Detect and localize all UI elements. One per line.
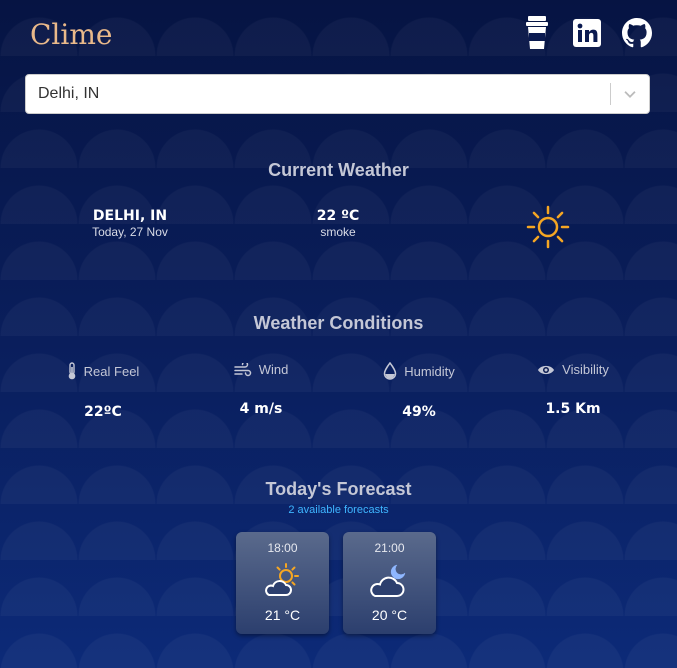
forecast-time: 21:00 (374, 541, 405, 555)
condition-label: Wind (258, 362, 289, 377)
condition-value: 49% (402, 404, 436, 420)
search-value[interactable]: Delhi, IN (38, 85, 99, 103)
forecast-temp: 20 °C (371, 607, 408, 623)
forecast-card[interactable]: 21:00 20 °C (343, 532, 436, 634)
condition-humidity: Humidity 49% (354, 362, 484, 420)
header-links (522, 16, 652, 50)
forecast-time: 18:00 (267, 541, 298, 555)
condition-value: 22ºC (84, 404, 122, 420)
current-temp-block: 22 ºC smoke (258, 208, 418, 239)
city-name: DELHI, IN (92, 208, 168, 224)
sun-icon (526, 205, 570, 249)
wind-icon (233, 362, 251, 376)
forecast-card[interactable]: 18:00 21 °C (236, 532, 329, 634)
forecast-title: Today's Forecast (265, 479, 412, 499)
coffee-cup-icon[interactable] (522, 16, 552, 50)
droplet-icon (383, 362, 397, 380)
thermometer-icon (68, 362, 75, 380)
city-search-select[interactable]: Delhi, IN (25, 74, 650, 114)
chevron-down-icon[interactable] (621, 85, 639, 103)
current-date: Today, 27 Nov (92, 225, 168, 239)
condition-real-feel: Real Feel 22ºC (38, 362, 168, 420)
current-temperature: 22 ºC (316, 208, 360, 224)
forecast-count: 2 available forecasts (288, 504, 389, 516)
forecast-temp: 21 °C (264, 607, 301, 623)
header: Clime (30, 14, 652, 58)
search-separator (610, 83, 611, 105)
weather-conditions-title: Weather Conditions (253, 313, 424, 333)
condition-label: Real Feel (83, 363, 140, 379)
condition-visibility: Visibility 1.5 Km (508, 362, 638, 417)
linkedin-icon[interactable] (572, 16, 602, 50)
condition-wind: Wind 4 m/s (196, 362, 326, 417)
github-icon[interactable] (622, 16, 652, 50)
condition-value: 4 m/s (239, 401, 283, 417)
app-logo[interactable]: Clime (30, 18, 112, 51)
condition-label: Humidity (404, 363, 455, 379)
current-weather-title: Current Weather (268, 160, 409, 180)
condition-value: 1.5 Km (545, 401, 601, 417)
weather-description: smoke (320, 225, 356, 239)
current-city-block: DELHI, IN Today, 27 Nov (50, 208, 210, 239)
condition-label: Visibility (562, 362, 609, 377)
sun-cloud-icon (264, 563, 299, 596)
eye-icon (538, 365, 555, 374)
moon-cloud-icon (369, 564, 405, 597)
